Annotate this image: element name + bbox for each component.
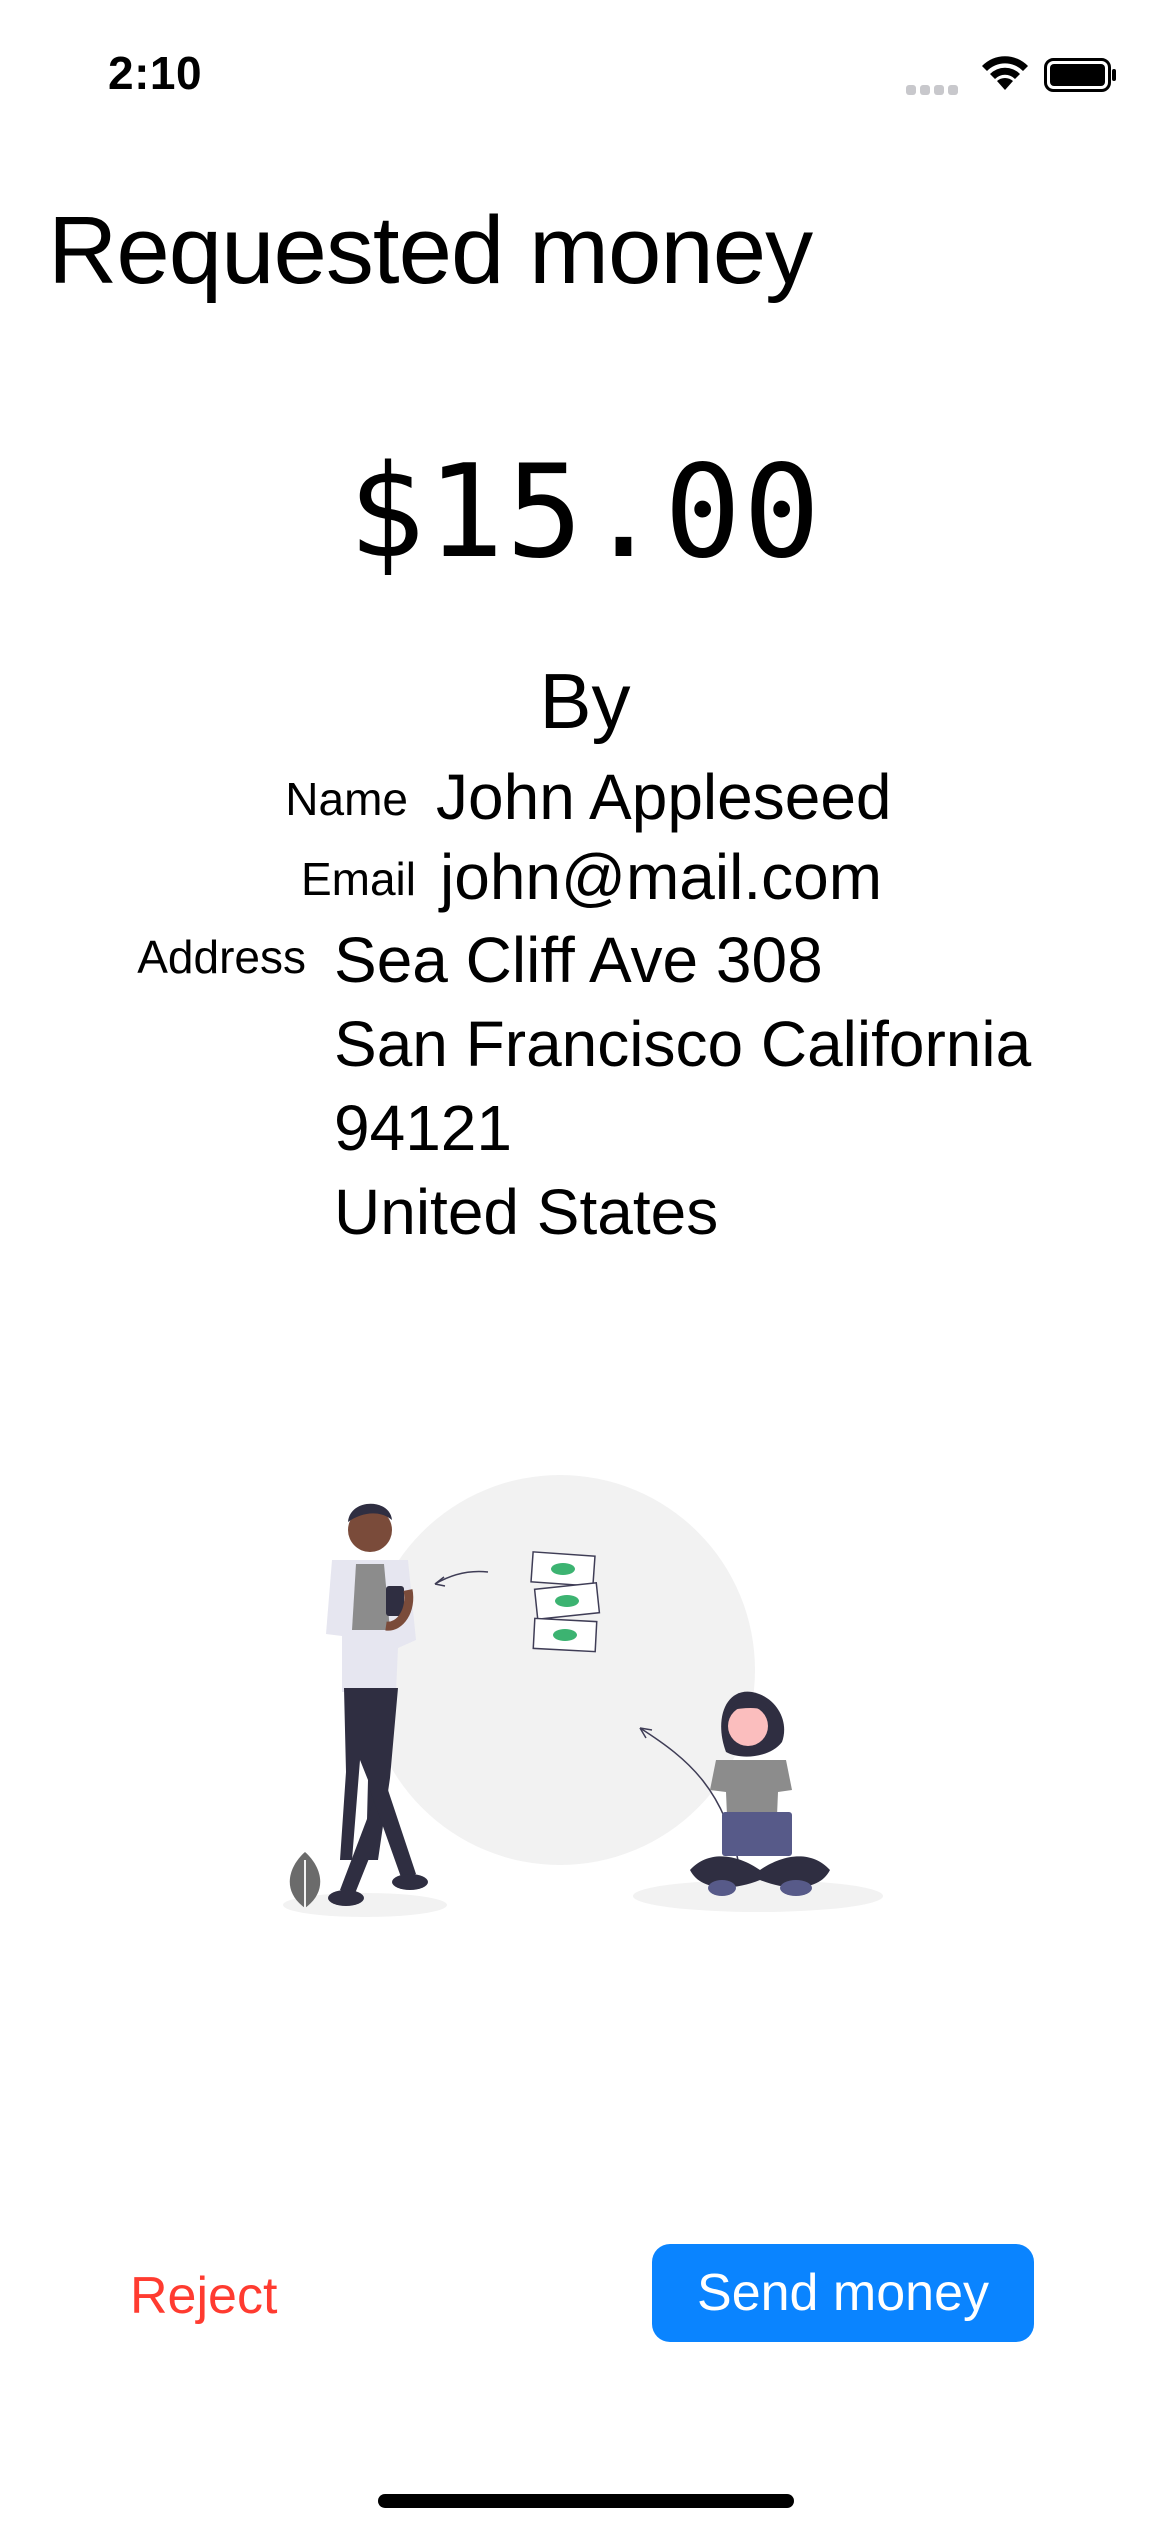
address-label: Address (137, 931, 306, 983)
page-title: Requested money (48, 197, 813, 304)
money-bills-icon (530, 1551, 601, 1653)
requester-address: Sea Cliff Ave 308 San Francisco Californ… (334, 918, 1031, 1254)
by-heading: By (539, 657, 631, 745)
battery-icon (1044, 58, 1116, 92)
requested-amount: $15.00 (347, 438, 823, 587)
address-line-zip: 94121 (334, 1092, 512, 1164)
home-indicator[interactable] (378, 2494, 794, 2508)
send-money-button[interactable]: Send money (652, 2244, 1034, 2342)
requested-money-screen: 2:10 Requested money $15.00 By Name John… (0, 0, 1170, 2532)
email-label: Email (300, 853, 416, 905)
address-line-city-state: San Francisco California (334, 1008, 1032, 1080)
status-time: 2:10 (108, 47, 203, 99)
address-line-street: Sea Cliff Ave 308 (334, 924, 823, 996)
illustration-background-circle (365, 1475, 755, 1865)
cellular-signal-icon (906, 82, 964, 95)
requester-name: John Appleseed (436, 761, 892, 833)
send-money-illustration (283, 1475, 883, 1917)
status-bar: 2:10 (0, 0, 1170, 140)
reject-button[interactable]: Reject (130, 2248, 290, 2344)
name-label: Name (285, 773, 408, 825)
wifi-icon (982, 56, 1028, 90)
address-line-country: United States (334, 1176, 719, 1248)
requester-email: john@mail.com (440, 841, 882, 913)
